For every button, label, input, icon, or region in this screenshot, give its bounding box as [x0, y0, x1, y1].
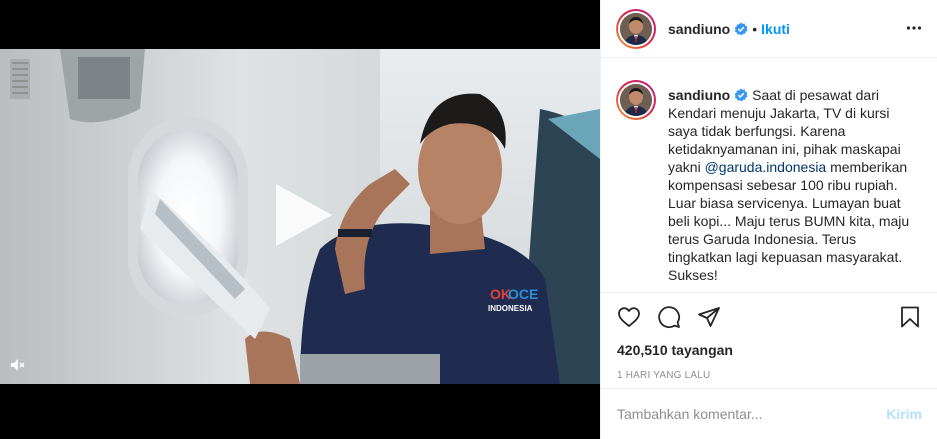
view-count[interactable]: 420,510 tayangan [601, 342, 937, 358]
separator-dot: • [752, 20, 758, 37]
heart-icon[interactable] [617, 305, 641, 329]
svg-text:OCE: OCE [508, 286, 538, 302]
share-icon[interactable] [697, 305, 721, 329]
caption-avatar[interactable] [616, 80, 656, 120]
svg-text:INDONESIA: INDONESIA [488, 304, 533, 313]
verified-badge-icon [734, 22, 748, 35]
comment-input[interactable] [617, 406, 887, 422]
action-bar [601, 293, 937, 341]
caption-text: sandiuno Saat di pesawat dari Kendari me… [668, 86, 920, 284]
avatar[interactable] [616, 8, 656, 49]
post-sidebar: sandiuno • Ikuti sandiuno Saat di pesawa… [600, 0, 937, 439]
play-button[interactable] [266, 180, 336, 250]
mention-link[interactable]: @garuda.indonesia [705, 159, 827, 175]
verified-badge-icon [734, 88, 748, 102]
audio-muted-icon[interactable] [8, 356, 26, 374]
bookmark-icon[interactable] [898, 305, 922, 329]
post-actions: 420,510 tayangan 1 HARI YANG LALU [601, 292, 937, 381]
post-timestamp[interactable]: 1 HARI YANG LALU [601, 370, 937, 381]
comment-form: Kirim [601, 388, 937, 439]
caption-body-end: memberikan kompensasi sebesar 100 ribu r… [668, 159, 910, 283]
caption-username[interactable]: sandiuno [668, 87, 730, 103]
post-media[interactable]: OK OCE INDONESIA [0, 0, 600, 439]
comment-icon[interactable] [657, 305, 681, 329]
post-header: sandiuno • Ikuti [601, 0, 937, 58]
username-link[interactable]: sandiuno [668, 21, 730, 37]
play-icon [276, 184, 332, 246]
post-caption: sandiuno Saat di pesawat dari Kendari me… [601, 72, 937, 284]
post-comment-button[interactable]: Kirim [886, 406, 922, 422]
follow-button[interactable]: Ikuti [761, 21, 790, 37]
more-options-icon[interactable] [906, 20, 922, 36]
